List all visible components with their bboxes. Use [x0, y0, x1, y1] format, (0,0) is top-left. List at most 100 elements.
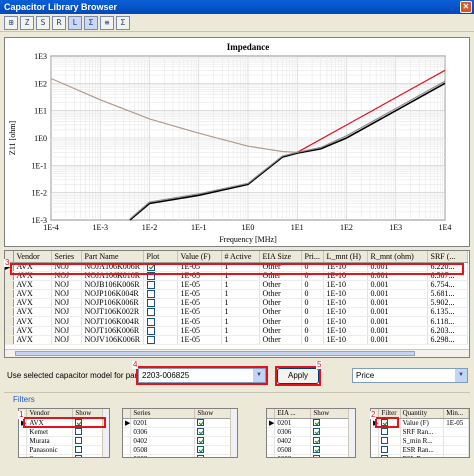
show-checkbox[interactable]: [313, 437, 321, 445]
filter-checkbox[interactable]: [381, 455, 389, 457]
filter-column-header[interactable]: Show: [194, 409, 234, 419]
filter-row[interactable]: Murata: [19, 436, 106, 446]
filter-row[interactable]: 0508: [123, 445, 234, 455]
filter-column-header[interactable]: Filter: [378, 409, 401, 419]
plot-checkbox[interactable]: [146, 280, 155, 289]
column-header[interactable]: # Active: [221, 251, 260, 263]
filter-row[interactable]: 0306: [123, 427, 234, 437]
filter-row[interactable]: Kemet: [19, 427, 106, 437]
row-selector[interactable]: ▶: [267, 418, 276, 428]
row-selector[interactable]: [19, 454, 28, 457]
filter-checkbox[interactable]: [381, 446, 389, 454]
eia-scrollbar[interactable]: [348, 409, 355, 457]
close-icon[interactable]: ✕: [460, 1, 472, 13]
filter-row[interactable]: ESL Ran...: [371, 454, 469, 457]
srf-icon[interactable]: Σ: [84, 16, 98, 30]
row-selector[interactable]: [5, 326, 14, 336]
filter-row[interactable]: S_min R...: [371, 436, 469, 446]
horizontal-scrollbar[interactable]: [5, 349, 469, 357]
table-row[interactable]: AVX NOJ NOJT106K004R 1E-05 1 Other 0 1E-10 0.001…: [5, 316, 468, 327]
row-selector[interactable]: [267, 445, 276, 455]
filter-row[interactable]: ▶ Value (F) 1E-05: [371, 418, 469, 428]
filter-row[interactable]: 0508: [267, 445, 352, 455]
show-checkbox[interactable]: [75, 437, 83, 445]
filter-checkbox[interactable]: [381, 419, 389, 427]
column-header[interactable]: SRF (...: [427, 251, 468, 263]
row-selector[interactable]: [123, 454, 132, 457]
column-header[interactable]: Plot: [143, 251, 178, 263]
row-selector[interactable]: [5, 335, 14, 345]
show-checkbox[interactable]: [75, 419, 83, 427]
select-icon[interactable]: ⊞: [4, 16, 18, 30]
row-selector[interactable]: [19, 427, 28, 437]
s21-icon[interactable]: S: [36, 16, 50, 30]
filter-row[interactable]: 0402: [123, 436, 234, 446]
column-header[interactable]: EIA Size: [259, 251, 302, 263]
row-selector[interactable]: ▶: [19, 418, 28, 428]
show-checkbox[interactable]: [313, 455, 321, 457]
vendor-scrollbar[interactable]: [102, 409, 109, 457]
show-checkbox[interactable]: [197, 455, 205, 457]
filter-row[interactable]: ESR Ran...: [371, 445, 469, 455]
table-row[interactable]: AVX NOJ NOJA106K010R 1E-05 1 Other 0 1E-10 0.001…: [5, 271, 468, 281]
row-selector[interactable]: [123, 436, 132, 446]
row-selector[interactable]: [267, 454, 276, 457]
row-selector[interactable]: [371, 454, 380, 457]
row-selector[interactable]: ▶: [123, 418, 132, 428]
plot-checkbox[interactable]: [146, 299, 155, 307]
filter-row[interactable]: Samsung: [19, 454, 106, 457]
filter-row[interactable]: 0402: [267, 436, 352, 446]
table-row[interactable]: AVX NOJ NOJP106K004R 1E-05 1 Other 0 1E-10 0.001…: [5, 289, 468, 300]
column-header[interactable]: Vendor: [13, 251, 52, 263]
esr-icon[interactable]: R: [52, 16, 66, 30]
filter-row[interactable]: 0603: [123, 454, 234, 457]
column-header[interactable]: R_mnt (ohm): [367, 251, 428, 263]
show-checkbox[interactable]: [197, 428, 205, 436]
part-combo[interactable]: 2203-006825 ▼: [138, 368, 266, 383]
row-selector[interactable]: [5, 316, 14, 327]
table-row[interactable]: AVX NOJ NOJB106K006R 1E-05 1 Other 0 1E-10 0.001…: [5, 280, 468, 290]
apply-button[interactable]: Apply: [277, 368, 319, 384]
filter-checkbox[interactable]: [381, 437, 389, 445]
show-checkbox[interactable]: [313, 419, 321, 427]
row-selector[interactable]: [371, 436, 380, 446]
row-selector[interactable]: [371, 427, 380, 437]
filter-column-header[interactable]: EIA ...: [274, 409, 312, 419]
sum-icon[interactable]: Σ: [116, 16, 130, 30]
sort-combo[interactable]: Price ▼: [352, 368, 468, 383]
impedance-icon[interactable]: Z: [20, 16, 34, 30]
plot-checkbox[interactable]: [146, 335, 155, 344]
row-selector[interactable]: [5, 271, 14, 281]
row-selector[interactable]: [5, 298, 14, 309]
show-checkbox[interactable]: [313, 446, 321, 454]
series-scrollbar[interactable]: [230, 409, 237, 457]
table-row[interactable]: ▶AVXNOJNOJA106K006R1E-051Other01E-100.00…: [5, 262, 468, 272]
plot-checkbox[interactable]: [146, 271, 155, 280]
filter-row[interactable]: 0603: [267, 454, 352, 457]
filter-row[interactable]: Panasonic: [19, 445, 106, 455]
filter-row[interactable]: 0306: [267, 427, 352, 437]
column-header[interactable]: L_mnt (H): [323, 251, 368, 263]
show-checkbox[interactable]: [75, 428, 83, 436]
row-selector[interactable]: [267, 436, 276, 446]
plot-checkbox[interactable]: [146, 317, 155, 326]
table-row[interactable]: AVX NOJ NOJT106K006R 1E-05 1 Other 0 1E-10 0.001…: [5, 326, 468, 336]
row-selector[interactable]: [123, 445, 132, 455]
row-selector[interactable]: [5, 280, 14, 290]
filter-row[interactable]: ▶ 0201: [267, 418, 352, 428]
table-row[interactable]: AVX NOJ NOJP106K006R 1E-05 1 Other 0 1E-10 0.001…: [5, 298, 468, 309]
show-checkbox[interactable]: [197, 446, 205, 454]
esl-icon[interactable]: L: [68, 16, 82, 30]
plot-checkbox[interactable]: [146, 290, 155, 298]
row-selector[interactable]: [5, 307, 14, 318]
table-row[interactable]: AVX NOJ NOJT106K002R 1E-05 1 Other 0 1E-10 0.001…: [5, 307, 468, 318]
plot-checkbox[interactable]: [146, 262, 155, 271]
filter-column-header[interactable]: Vendor: [26, 409, 74, 419]
row-selector[interactable]: [123, 427, 132, 437]
column-header[interactable]: Part Name: [81, 251, 144, 263]
row-selector[interactable]: [371, 445, 380, 455]
row-selector[interactable]: [19, 445, 28, 455]
show-checkbox[interactable]: [197, 419, 205, 427]
filter-row[interactable]: SRF Ran...: [371, 427, 469, 437]
filter-row[interactable]: ▶ 0201: [123, 418, 234, 428]
